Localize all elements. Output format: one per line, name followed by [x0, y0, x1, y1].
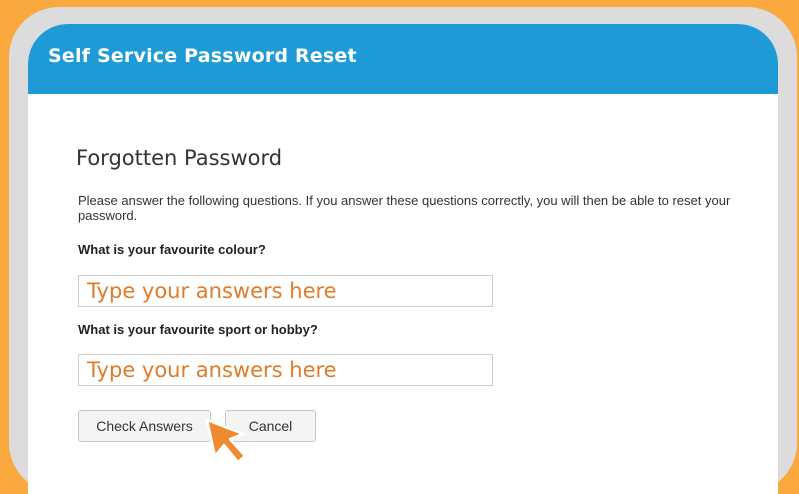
- instructions-text: Please answer the following questions. I…: [78, 193, 731, 223]
- question-label-colour: What is your favourite colour?: [78, 242, 266, 257]
- page-title: Forgotten Password: [76, 146, 283, 170]
- app-window: Self Service Password Reset Forgotten Pa…: [28, 24, 778, 494]
- question-label-sport: What is your favourite sport or hobby?: [78, 322, 318, 337]
- check-answers-button[interactable]: Check Answers: [78, 410, 211, 442]
- answer-input-colour[interactable]: [78, 275, 493, 307]
- answer-input-sport[interactable]: [78, 354, 493, 386]
- mouse-pointer-arrow-icon: [205, 418, 247, 464]
- header-bar: Self Service Password Reset: [28, 24, 778, 94]
- app-title: Self Service Password Reset: [48, 45, 357, 67]
